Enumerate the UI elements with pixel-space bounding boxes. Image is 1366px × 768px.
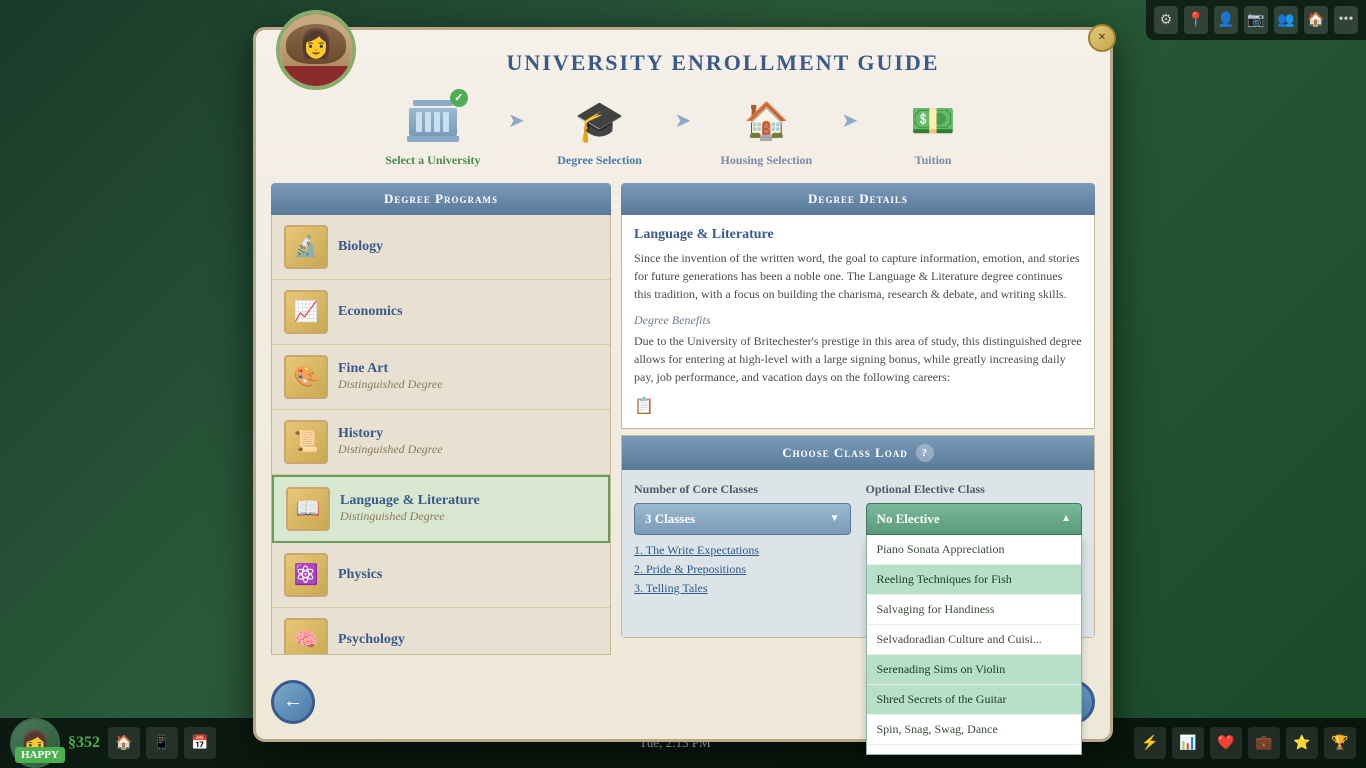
back-arrow-icon: ← xyxy=(283,690,303,713)
elective-option-tummy[interactable]: Tummy Rubs: Pet Training 101 xyxy=(867,745,1082,755)
degree-details: Language & Literature Since the inventio… xyxy=(621,215,1095,429)
history-name: History xyxy=(338,426,598,442)
degree-item-language-literature[interactable]: 📖 Language & Literature Distinguished De… xyxy=(272,475,610,543)
economics-icon: 📈 xyxy=(284,290,328,334)
physics-icon: ⚛️ xyxy=(284,553,328,597)
detail-benefits-label: Degree Benefits xyxy=(634,313,1082,328)
elective-option-shred[interactable]: Shred Secrets of the Guitar xyxy=(867,685,1082,715)
class-load-content: Number of Core Classes 3 Classes ▼ 1. Th… xyxy=(622,470,1094,637)
class-load-section: Choose Class Load ? Number of Core Class… xyxy=(621,435,1095,638)
fine-art-name: Fine Art xyxy=(338,361,598,377)
detail-benefits-text: Due to the University of Britechester's … xyxy=(634,332,1082,386)
language-subtitle: Distinguished Degree xyxy=(340,509,596,524)
step-university-icon: ✓ xyxy=(403,94,463,149)
enrollment-modal: × 👩 University Enrollment Guide xyxy=(253,27,1113,742)
core-class-1[interactable]: 1. The Write Expectations xyxy=(634,543,851,558)
language-name: Language & Literature xyxy=(340,493,596,509)
core-classes-column: Number of Core Classes 3 Classes ▼ 1. Th… xyxy=(634,482,851,600)
elective-option-salvaging[interactable]: Salvaging for Handiness xyxy=(867,595,1082,625)
step-tuition[interactable]: 💵 Tuition xyxy=(858,94,1008,168)
class-load-title: Choose Class Load xyxy=(782,445,907,461)
degree-list: 🔬 Biology 📈 Economics 🎨 xyxy=(271,215,611,655)
elective-dropdown[interactable]: No Elective ▲ xyxy=(866,503,1083,535)
step-degree-selection[interactable]: 🎓 Degree Selection xyxy=(525,94,675,168)
elective-option-selvadoradian[interactable]: Selvadoradian Culture and Cuisi... xyxy=(867,625,1082,655)
step-tuition-label: Tuition xyxy=(915,153,952,168)
biology-name: Biology xyxy=(338,239,598,255)
step-degree-icon: 🎓 xyxy=(570,94,630,149)
degree-item-biology[interactable]: 🔬 Biology xyxy=(272,215,610,280)
step-arrow-2: ➤ xyxy=(675,108,692,133)
step-checkmark: ✓ xyxy=(450,89,468,107)
step-degree-label: Degree Selection xyxy=(557,153,642,168)
avatar-image: 👩 xyxy=(280,14,352,86)
elective-option-serenading[interactable]: Serenading Sims on Violin xyxy=(867,655,1082,685)
modal-header: University Enrollment Guide xyxy=(256,30,1110,86)
degree-item-psychology[interactable]: 🧠 Psychology xyxy=(272,608,610,655)
modal-title: University Enrollment Guide xyxy=(356,50,1090,76)
physics-name: Physics xyxy=(338,567,598,583)
step-select-university[interactable]: ✓ Select a University xyxy=(358,94,508,168)
degree-details-header: Degree Details xyxy=(621,183,1095,215)
modal-overlay: × 👩 University Enrollment Guide xyxy=(0,0,1366,768)
biology-icon: 🔬 xyxy=(284,225,328,269)
elective-dropdown-container: No Elective ▲ Piano Sonata Appreciation … xyxy=(866,503,1083,535)
left-panel: Degree Programs 🔬 Biology 📈 Economics xyxy=(271,183,611,655)
degree-item-physics[interactable]: ⚛️ Physics xyxy=(272,543,610,608)
elective-value: No Elective xyxy=(877,511,940,527)
elective-options-list: Piano Sonata Appreciation Reeling Techni… xyxy=(866,535,1083,755)
dropdown-up-arrow-icon: ▲ xyxy=(1061,513,1071,524)
modal-content: Degree Programs 🔬 Biology 📈 Economics xyxy=(256,183,1110,670)
language-icon: 📖 xyxy=(286,487,330,531)
step-arrow-1: ➤ xyxy=(508,108,525,133)
history-icon: 📜 xyxy=(284,420,328,464)
core-class-3[interactable]: 3. Telling Tales xyxy=(634,581,851,596)
core-class-2[interactable]: 2. Pride & Prepositions xyxy=(634,562,851,577)
avatar: 👩 xyxy=(276,10,356,90)
degree-item-economics[interactable]: 📈 Economics xyxy=(272,280,610,345)
core-classes-value: 3 Classes xyxy=(645,511,695,527)
elective-option-piano[interactable]: Piano Sonata Appreciation xyxy=(867,535,1082,565)
help-button[interactable]: ? xyxy=(916,444,934,462)
career-icon: 📋 xyxy=(634,396,1082,416)
degree-item-fine-art[interactable]: 🎨 Fine Art Distinguished Degree xyxy=(272,345,610,410)
detail-degree-name: Language & Literature xyxy=(634,227,1082,243)
history-subtitle: Distinguished Degree xyxy=(338,442,598,457)
step-university-label: Select a University xyxy=(385,153,480,168)
core-dropdown-container: 3 Classes ▼ xyxy=(634,503,851,535)
close-button[interactable]: × xyxy=(1088,24,1116,52)
back-button[interactable]: ← xyxy=(271,680,315,724)
elective-label: Optional Elective Class xyxy=(866,482,1083,497)
core-classes-dropdown[interactable]: 3 Classes ▼ xyxy=(634,503,851,535)
degree-details-scroll: Language & Literature Since the inventio… xyxy=(634,227,1082,416)
core-classes-label: Number of Core Classes xyxy=(634,482,851,497)
elective-column: Optional Elective Class No Elective ▲ Pi… xyxy=(866,482,1083,600)
economics-name: Economics xyxy=(338,304,598,320)
fine-art-subtitle: Distinguished Degree xyxy=(338,377,598,392)
degree-programs-header: Degree Programs xyxy=(271,183,611,215)
core-classes-list: 1. The Write Expectations 2. Pride & Pre… xyxy=(634,543,851,596)
psychology-icon: 🧠 xyxy=(284,618,328,655)
step-housing-selection[interactable]: 🏠 Housing Selection xyxy=(691,94,841,168)
elective-option-spin[interactable]: Spin, Snag, Swag, Dance xyxy=(867,715,1082,745)
steps-container: ✓ Select a University ➤ 🎓 Degree Selecti… xyxy=(256,86,1110,183)
step-tuition-icon: 💵 xyxy=(903,94,963,149)
psychology-name: Psychology xyxy=(338,632,598,648)
class-load-header: Choose Class Load ? xyxy=(622,436,1094,470)
degree-item-history[interactable]: 📜 History Distinguished Degree xyxy=(272,410,610,475)
elective-option-reeling[interactable]: Reeling Techniques for Fish xyxy=(867,565,1082,595)
step-housing-label: Housing Selection xyxy=(721,153,813,168)
step-housing-icon: 🏠 xyxy=(736,94,796,149)
dropdown-down-arrow-icon: ▼ xyxy=(830,513,840,524)
right-panel: Degree Details Language & Literature Sin… xyxy=(621,183,1095,655)
class-load-columns: Number of Core Classes 3 Classes ▼ 1. Th… xyxy=(634,482,1082,600)
fine-art-icon: 🎨 xyxy=(284,355,328,399)
step-arrow-3: ➤ xyxy=(841,108,858,133)
detail-description: Since the invention of the written word,… xyxy=(634,249,1082,303)
